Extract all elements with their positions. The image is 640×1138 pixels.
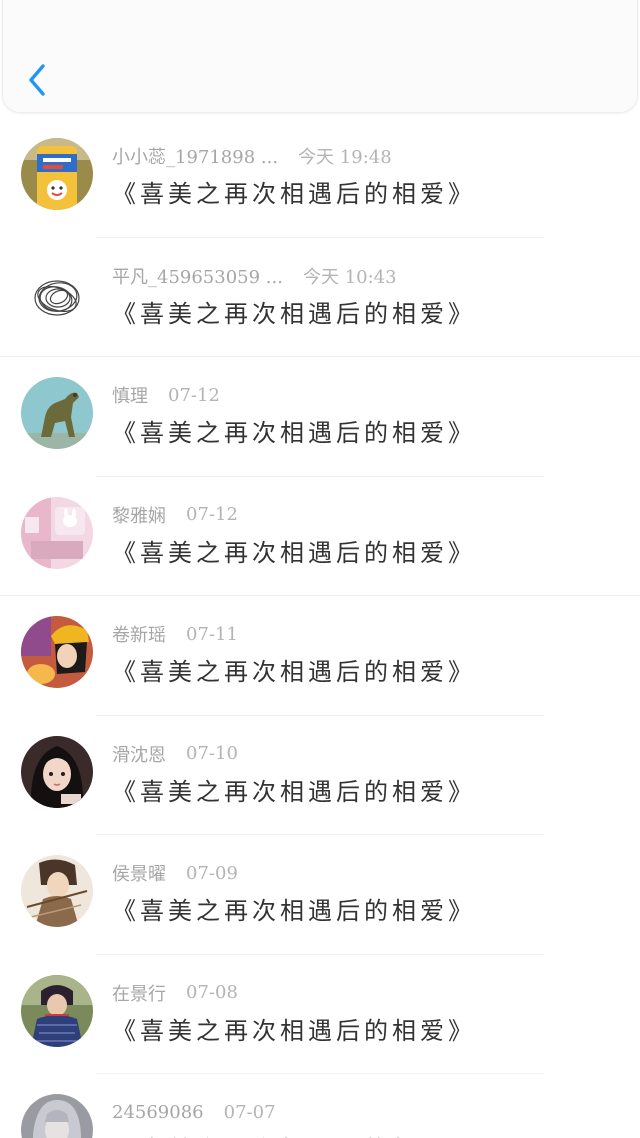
comment-message: 《喜美之再次相遇后的相爱》 (112, 658, 476, 686)
list-item[interactable]: 侯景曜 07-09 《喜美之再次相遇后的相爱》 (0, 835, 640, 955)
comment-time: 今天 10:43 (302, 266, 397, 288)
comment-message: 《喜美之再次相遇后的相爱》 (112, 777, 476, 806)
comment-message: 《喜美之再次相遇后的相爱》 (112, 1016, 476, 1045)
user-name[interactable]: 24569086 (112, 1102, 204, 1123)
avatar[interactable] (21, 735, 93, 808)
comment-message: 《喜美之再次相遇后的相爱》 (112, 299, 476, 328)
comment-meta: 平凡_459653059 ... 今天 10:43 (112, 263, 397, 289)
user-name[interactable]: 慎理 (112, 382, 148, 408)
comment-message: 《喜美之再次相遇后的相爱》 (112, 538, 476, 567)
avatar[interactable] (21, 257, 93, 330)
avatar[interactable] (21, 855, 93, 927)
comment-time: 07-12 (168, 384, 220, 406)
top-bar (2, 0, 638, 113)
user-name[interactable]: 侯景曜 (112, 860, 166, 886)
comment-meta: 在景行 07-08 (112, 980, 238, 1006)
user-name[interactable]: 小小蕊_1971898 ... (112, 143, 278, 169)
user-name[interactable]: 滑沈恩 (112, 741, 166, 767)
comment-time: 07-11 (186, 623, 238, 645)
comment-meta: 黎雅娴 07-12 (112, 502, 238, 528)
list-item[interactable]: 小小蕊_1971898 ... 今天 19:48 《喜美之再次相遇后的相爱》 (0, 118, 640, 238)
comment-time: 07-07 (223, 1101, 276, 1123)
comment-time: 07-09 (186, 862, 238, 884)
comment-meta: 卷新瑶 07-11 (112, 621, 238, 647)
back-button[interactable] (21, 58, 57, 102)
list-item[interactable]: 卷新瑶 07-11 《喜美之再次相遇后的相爱》 (0, 596, 640, 716)
comment-list-screen: 小小蕊_1971898 ... 今天 19:48 《喜美之再次相遇后的相爱》 平… (0, 0, 640, 1138)
avatar[interactable] (21, 377, 93, 449)
comment-time: 07-08 (186, 982, 238, 1003)
comment-meta: 小小蕊_1971898 ... 今天 19:48 (112, 143, 392, 169)
comment-message: 《喜美之再次相遇后的相爱》 (112, 1130, 476, 1138)
user-name[interactable]: 平凡_459653059 ... (112, 263, 283, 289)
user-name[interactable]: 黎雅娴 (112, 502, 166, 528)
avatar[interactable] (21, 496, 93, 569)
comment-meta: 慎理 07-12 (112, 382, 220, 408)
avatar[interactable] (21, 616, 93, 688)
list-item[interactable]: 滑沈恩 07-10 《喜美之再次相遇后的相爱》 (0, 716, 640, 835)
comment-list: 小小蕊_1971898 ... 今天 19:48 《喜美之再次相遇后的相爱》 平… (0, 118, 640, 1138)
comment-time: 07-10 (186, 743, 238, 764)
list-item[interactable]: 24569086 07-07 《喜美之再次相遇后的相爱》 (0, 1074, 640, 1138)
chevron-left-icon (29, 64, 45, 96)
comment-time: 今天 19:48 (298, 147, 392, 168)
user-name[interactable]: 在景行 (112, 980, 166, 1006)
user-name[interactable]: 卷新瑶 (112, 621, 166, 647)
list-item[interactable]: 在景行 07-08 《喜美之再次相遇后的相爱》 (0, 955, 640, 1074)
comment-meta: 24569086 07-07 (112, 1099, 276, 1125)
avatar[interactable] (21, 138, 93, 210)
list-item[interactable]: 平凡_459653059 ... 今天 10:43 《喜美之再次相遇后的相爱》 (0, 238, 640, 357)
avatar[interactable] (21, 1094, 93, 1138)
comment-meta: 滑沈恩 07-10 (112, 741, 238, 767)
comment-time: 07-12 (186, 504, 238, 525)
avatar[interactable] (21, 974, 93, 1047)
comment-message: 《喜美之再次相遇后的相爱》 (112, 180, 476, 208)
comment-meta: 侯景曜 07-09 (112, 860, 238, 886)
list-item[interactable]: 黎雅娴 07-12 《喜美之再次相遇后的相爱》 (0, 477, 640, 596)
list-item[interactable]: 慎理 07-12 《喜美之再次相遇后的相爱》 (0, 357, 640, 477)
comment-message: 《喜美之再次相遇后的相爱》 (112, 897, 476, 925)
comment-message: 《喜美之再次相遇后的相爱》 (112, 419, 476, 447)
